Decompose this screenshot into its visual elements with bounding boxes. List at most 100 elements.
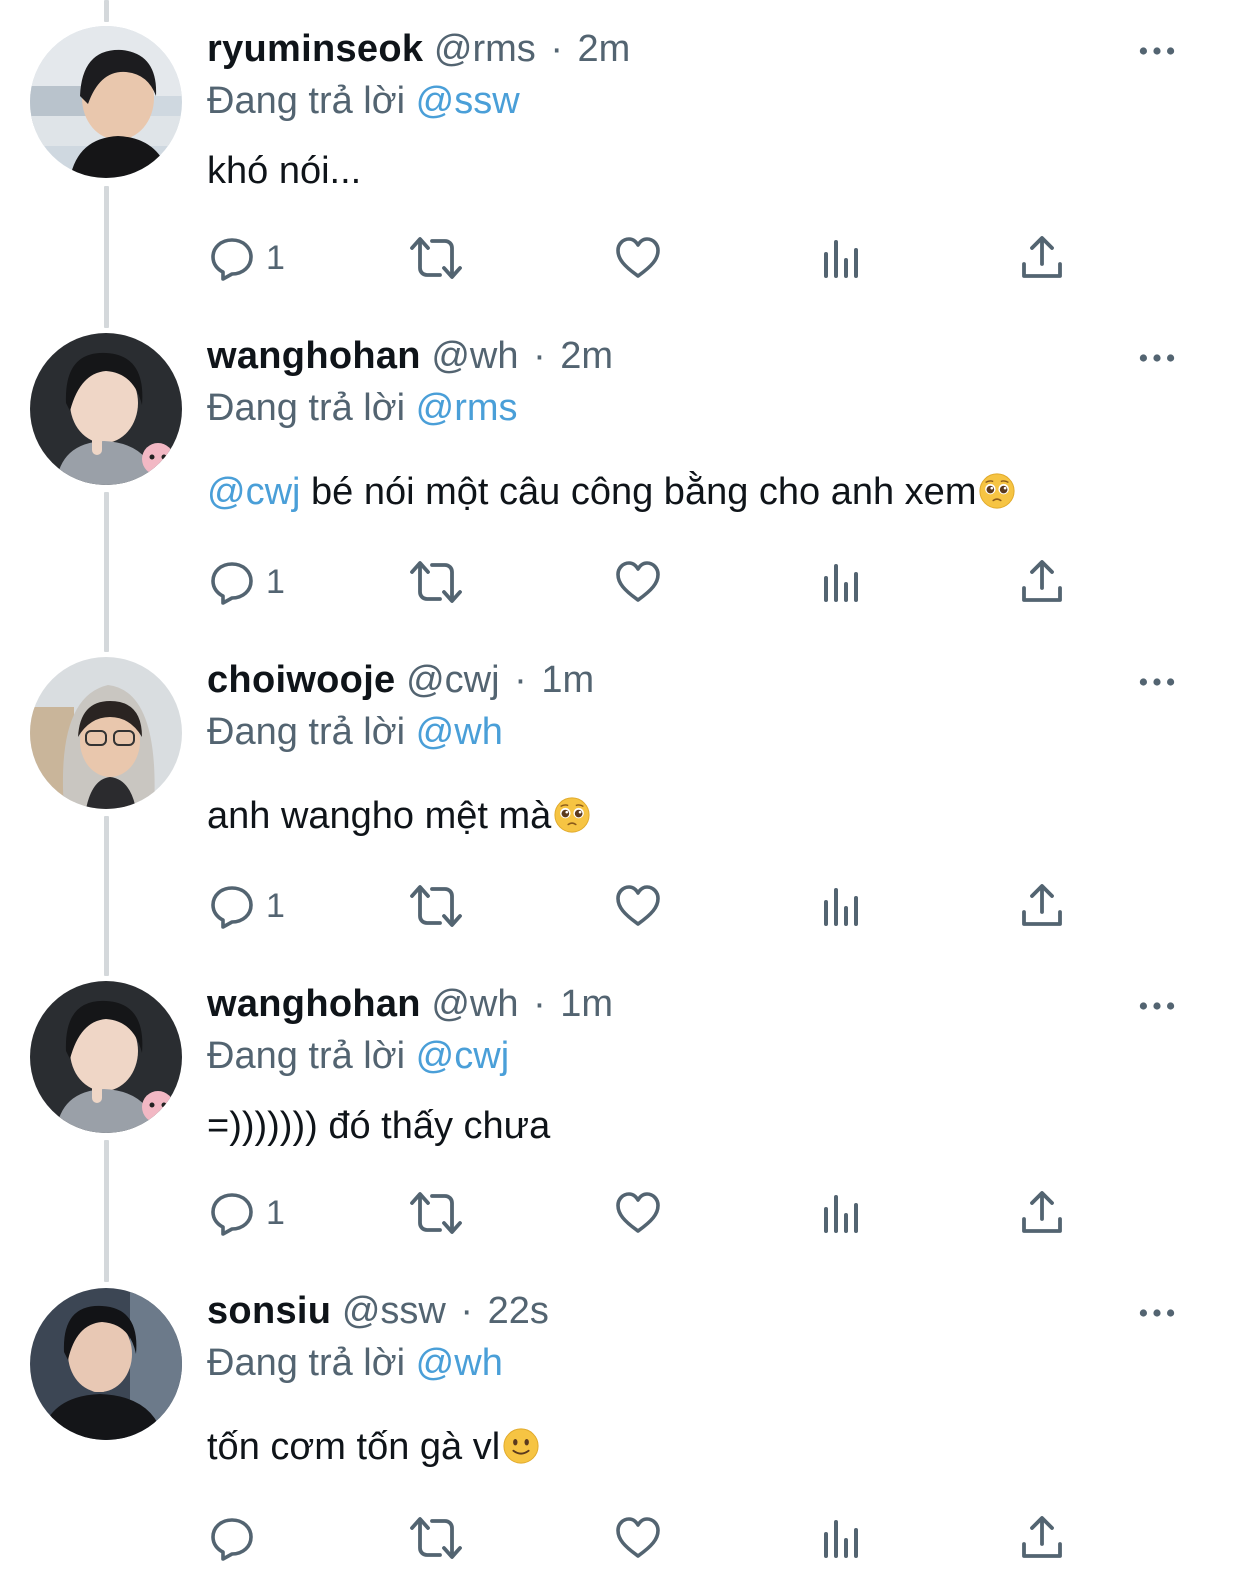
reply-count: 1 — [266, 1194, 285, 1232]
share-icon — [1018, 1514, 1066, 1562]
views-icon — [818, 234, 866, 282]
replying-to: Đang trả lời @rms — [207, 385, 518, 431]
action-bar: 1 — [0, 552, 1242, 612]
tweet[interactable]: ryuminseok @rms · 2m Đang trả lời @ssw k… — [0, 26, 1242, 326]
tweet-text: anh wangho mệt mà — [207, 793, 591, 839]
reply-button[interactable]: 1 — [208, 228, 285, 288]
display-name[interactable]: choiwooje — [207, 659, 396, 701]
display-name[interactable]: wanghohan — [207, 983, 421, 1025]
timestamp[interactable]: 2m — [560, 335, 613, 377]
body-mention[interactable]: @cwj — [207, 471, 300, 513]
like-button[interactable] — [614, 552, 662, 612]
reply-icon — [208, 882, 256, 930]
views-button[interactable] — [818, 228, 866, 288]
avatar[interactable] — [30, 981, 182, 1133]
more-button[interactable] — [1132, 1298, 1182, 1328]
share-icon — [1018, 1189, 1066, 1237]
action-bar: 1 — [0, 1183, 1242, 1243]
reply-button[interactable]: 1 — [208, 1183, 285, 1243]
retweet-button[interactable] — [406, 1508, 466, 1568]
more-icon — [1137, 1308, 1177, 1318]
tweet[interactable]: choiwooje @cwj · 1m Đang trả lời @wh anh… — [0, 657, 1242, 967]
like-button[interactable] — [614, 228, 662, 288]
more-button[interactable] — [1132, 36, 1182, 66]
display-name[interactable]: ryuminseok — [207, 28, 423, 70]
timestamp[interactable]: 22s — [488, 1290, 549, 1332]
like-icon — [614, 558, 662, 606]
views-icon — [818, 1189, 866, 1237]
separator: · — [550, 28, 563, 70]
reply-button[interactable]: 1 — [208, 876, 285, 936]
retweet-button[interactable] — [406, 876, 466, 936]
retweet-button[interactable] — [406, 228, 466, 288]
avatar[interactable] — [30, 333, 182, 485]
retweet-icon — [406, 558, 466, 606]
views-button[interactable] — [818, 1183, 866, 1243]
display-name[interactable]: wanghohan — [207, 335, 421, 377]
reply-icon — [208, 234, 256, 282]
tweet-text-content: tốn cơm tốn gà vl — [207, 1426, 501, 1468]
more-button[interactable] — [1132, 343, 1182, 373]
views-button[interactable] — [818, 876, 866, 936]
views-button[interactable] — [818, 552, 866, 612]
tweet-header: ryuminseok @rms · 2m — [207, 26, 630, 72]
separator: · — [514, 659, 527, 701]
tweet-text: khó nói... — [207, 148, 361, 194]
reply-button[interactable] — [208, 1508, 256, 1568]
user-handle[interactable]: @rms — [434, 28, 536, 70]
views-icon — [818, 558, 866, 606]
views-button[interactable] — [818, 1508, 866, 1568]
more-button[interactable] — [1132, 667, 1182, 697]
reply-icon — [208, 558, 256, 606]
separator: · — [460, 1290, 474, 1332]
replying-to-mention[interactable]: @cwj — [416, 1035, 509, 1077]
replying-prefix: Đang trả lời — [207, 80, 406, 122]
like-button[interactable] — [614, 1508, 662, 1568]
tweet[interactable]: sonsiu @ssw · 22s Đang trả lời @wh tốn c… — [0, 1288, 1242, 1596]
like-button[interactable] — [614, 1183, 662, 1243]
share-button[interactable] — [1018, 552, 1066, 612]
share-icon — [1018, 234, 1066, 282]
replying-to-mention[interactable]: @ssw — [416, 80, 520, 122]
replying-to-mention[interactable]: @wh — [416, 711, 503, 753]
timestamp[interactable]: 2m — [578, 28, 631, 70]
like-icon — [614, 882, 662, 930]
avatar[interactable] — [30, 657, 182, 809]
separator: · — [533, 983, 546, 1025]
tweet[interactable]: wanghohan @wh · 1m Đang trả lời @cwj =))… — [0, 981, 1242, 1281]
reply-button[interactable]: 1 — [208, 552, 285, 612]
reply-icon — [208, 1514, 256, 1562]
share-button[interactable] — [1018, 228, 1066, 288]
retweet-button[interactable] — [406, 1183, 466, 1243]
timestamp[interactable]: 1m — [541, 659, 594, 701]
tweet-header: wanghohan @wh · 2m — [207, 333, 613, 379]
share-button[interactable] — [1018, 1183, 1066, 1243]
avatar[interactable] — [30, 1288, 182, 1440]
more-icon — [1137, 1001, 1177, 1011]
more-icon — [1137, 46, 1177, 56]
user-handle[interactable]: @wh — [431, 983, 518, 1025]
replying-to-mention[interactable]: @rms — [416, 387, 518, 429]
like-button[interactable] — [614, 876, 662, 936]
tweet-text-content: bé nói một câu công bằng cho anh xem — [300, 471, 977, 513]
retweet-button[interactable] — [406, 552, 466, 612]
more-icon — [1137, 677, 1177, 687]
timestamp[interactable]: 1m — [560, 983, 613, 1025]
tweet-text-content: =))))))) đó thấy chưa — [207, 1105, 551, 1147]
thread-line — [104, 0, 109, 22]
replying-to-mention[interactable]: @wh — [416, 1342, 503, 1384]
share-button[interactable] — [1018, 1508, 1066, 1568]
replying-to: Đang trả lời @wh — [207, 1340, 503, 1386]
replying-prefix: Đang trả lời — [207, 387, 406, 429]
user-handle[interactable]: @wh — [431, 335, 518, 377]
share-button[interactable] — [1018, 876, 1066, 936]
user-handle[interactable]: @ssw — [342, 1290, 446, 1332]
views-icon — [818, 1514, 866, 1562]
tweet-text: @cwj bé nói một câu công bằng cho anh xe… — [207, 469, 1016, 515]
avatar[interactable] — [30, 26, 182, 178]
more-button[interactable] — [1132, 991, 1182, 1021]
tweet[interactable]: wanghohan @wh · 2m Đang trả lời @rms @cw… — [0, 333, 1242, 643]
tweet-text-content: khó nói... — [207, 150, 362, 192]
user-handle[interactable]: @cwj — [406, 659, 499, 701]
display-name[interactable]: sonsiu — [207, 1290, 331, 1332]
